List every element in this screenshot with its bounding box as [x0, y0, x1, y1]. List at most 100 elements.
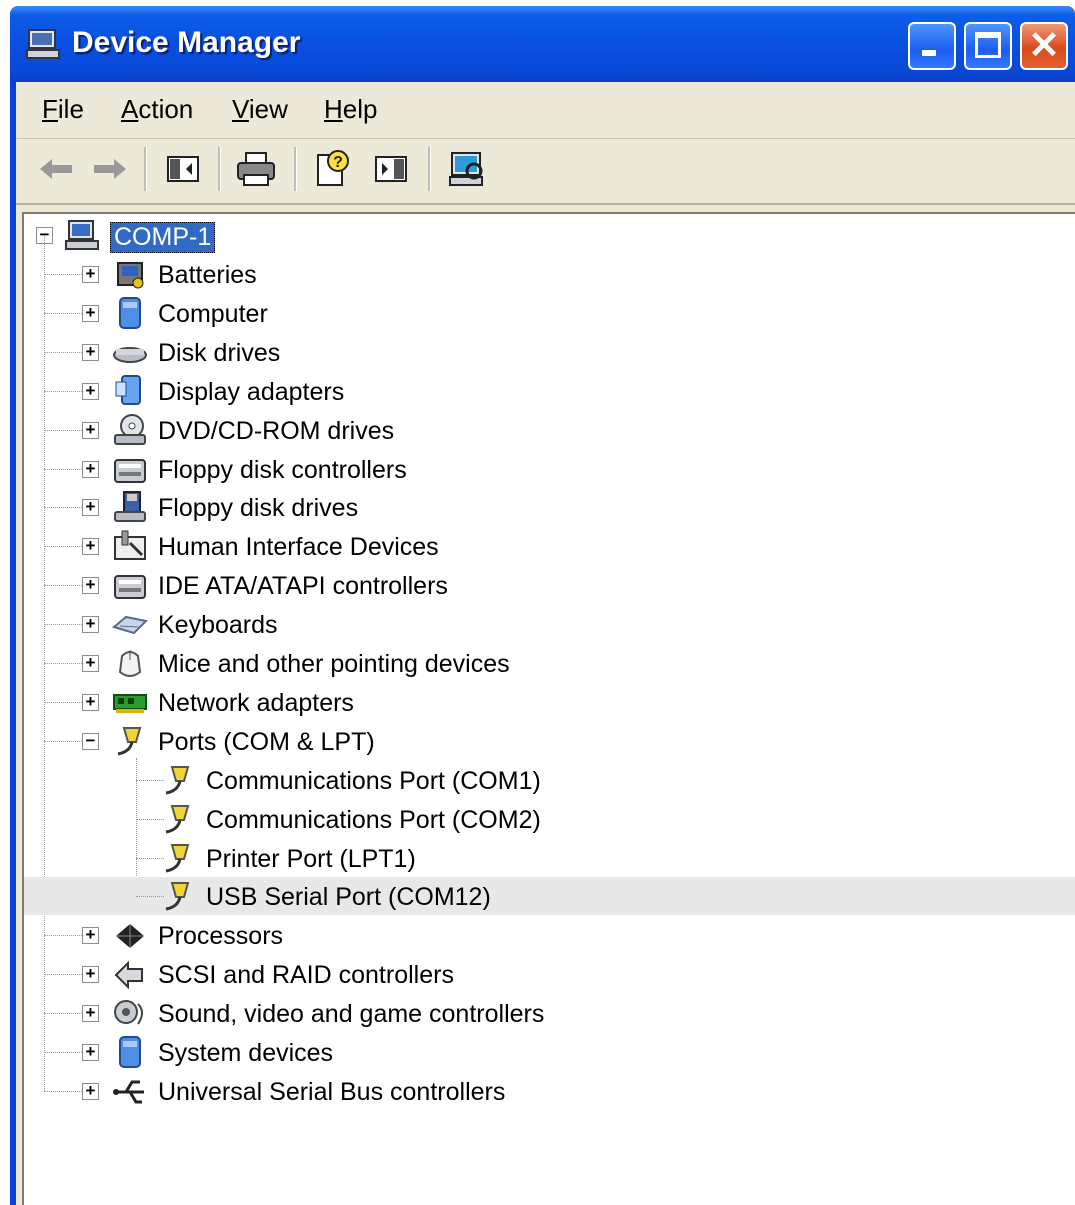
- help-icon: ?: [317, 150, 349, 186]
- tree-category-label: SCSI and RAID controllers: [158, 961, 454, 990]
- tree-category-label: Batteries: [158, 261, 257, 289]
- tree-connector: [44, 546, 82, 548]
- tree-category-label: System devices: [158, 1039, 334, 1067]
- expand-toggle[interactable]: +: [82, 460, 99, 478]
- expand-toggle[interactable]: +: [82, 265, 99, 283]
- tree-root-label: COMP-1: [110, 222, 216, 253]
- tree-device-row[interactable]: USB Serial Port (COM12): [24, 877, 1075, 916]
- tree-category-row[interactable]: + DVD/CD-ROM drives: [24, 411, 1075, 449]
- menu-file[interactable]: File: [42, 94, 84, 125]
- system-devices-icon: [119, 1036, 141, 1068]
- tree-device-label: Printer Port (LPT1): [206, 844, 416, 873]
- maximize-button[interactable]: [964, 22, 1012, 70]
- close-button[interactable]: ✕: [1020, 22, 1068, 70]
- tree-category-label: Mice and other pointing devices: [158, 650, 510, 678]
- expand-toggle[interactable]: +: [82, 693, 99, 711]
- menu-view[interactable]: View: [232, 94, 288, 125]
- collapse-toggle[interactable]: −: [82, 732, 99, 750]
- client-area: File Action View Help ? − COMP-1 + Batte…: [16, 82, 1075, 1205]
- tree-device-row[interactable]: Communications Port (COM1): [24, 761, 1075, 799]
- tree-category-row[interactable]: + Floppy disk drives: [24, 488, 1075, 526]
- expand-toggle[interactable]: +: [82, 1082, 99, 1100]
- tree-category-row[interactable]: + Batteries: [24, 255, 1075, 293]
- forward-icon: [94, 159, 126, 179]
- print-button[interactable]: [232, 147, 280, 191]
- toolbar-separator: [428, 147, 431, 191]
- floppy-icon: [114, 491, 146, 523]
- tree-device-row[interactable]: Printer Port (LPT1): [24, 839, 1075, 877]
- tree-connector: [44, 1090, 82, 1092]
- tree-category-row[interactable]: + Mice and other pointing devices: [24, 644, 1075, 682]
- scan-hardware-icon: [449, 152, 483, 186]
- expand-toggle[interactable]: +: [82, 615, 99, 634]
- computer-icon: [26, 29, 60, 59]
- tree-category-label: Floppy disk controllers: [158, 455, 407, 484]
- tree-connector: [44, 585, 82, 587]
- tree-category-row[interactable]: + Disk drives: [24, 333, 1075, 371]
- show-hide-tree-button[interactable]: [158, 147, 206, 191]
- help-button[interactable]: ?: [308, 147, 356, 191]
- tree-device-row[interactable]: Communications Port (COM2): [24, 800, 1075, 838]
- tree-category-row[interactable]: + Processors: [24, 916, 1075, 954]
- tree-category-row[interactable]: + Keyboards: [24, 605, 1075, 643]
- tree-category-row[interactable]: + IDE ATA/ATAPI controllers: [24, 566, 1075, 604]
- device-tree[interactable]: − COMP-1 + Batteries + Computer + Disk drives…: [22, 212, 1075, 1205]
- controller-icon: [114, 575, 146, 600]
- scan-hardware-button[interactable]: [442, 147, 490, 191]
- toolbar-separator: [218, 147, 221, 191]
- tree-category-label: DVD/CD-ROM drives: [158, 416, 395, 445]
- expand-toggle[interactable]: +: [82, 965, 99, 984]
- close-icon: ✕: [1028, 25, 1060, 67]
- tree-category-row[interactable]: − Ports (COM & LPT): [24, 722, 1075, 760]
- port-icon: [165, 843, 190, 872]
- title-bar[interactable]: Device Manager ✕: [10, 6, 1075, 82]
- network-adapter-icon: [113, 693, 147, 713]
- expand-toggle[interactable]: +: [82, 576, 99, 595]
- menu-help[interactable]: Help: [324, 94, 377, 125]
- port-icon: [165, 765, 190, 795]
- expand-toggle[interactable]: +: [82, 1004, 99, 1023]
- tree-category-row[interactable]: + Display adapters: [24, 372, 1075, 410]
- disk-drive-icon: [113, 346, 147, 363]
- tree-connector: [44, 429, 82, 431]
- tree-device-label: USB Serial Port (COM12): [206, 883, 491, 912]
- tree-category-row[interactable]: + System devices: [24, 1033, 1075, 1071]
- expand-toggle[interactable]: +: [82, 421, 99, 439]
- tree-connector: [44, 935, 82, 937]
- tree-category-row[interactable]: + SCSI and RAID controllers: [24, 955, 1075, 993]
- tree-category-row[interactable]: + Network adapters: [24, 683, 1075, 721]
- expand-toggle[interactable]: +: [82, 1043, 99, 1061]
- tree-category-row[interactable]: + Floppy disk controllers: [24, 450, 1075, 488]
- back-button[interactable]: [32, 147, 80, 191]
- tree-category-row[interactable]: + Human Interface Devices: [24, 527, 1075, 565]
- expand-toggle[interactable]: +: [82, 498, 99, 517]
- sound-icon: [114, 1000, 143, 1025]
- tree-category-label: Sound, video and game controllers: [158, 1000, 545, 1029]
- properties-panel-button[interactable]: [366, 147, 414, 191]
- tree-device-label: Communications Port (COM1): [206, 766, 541, 795]
- expand-toggle[interactable]: +: [82, 382, 99, 400]
- tree-category-row[interactable]: + Sound, video and game controllers: [24, 994, 1075, 1032]
- tree-connector: [44, 507, 82, 509]
- keyboard-icon: [112, 616, 148, 635]
- tree-category-row[interactable]: + Universal Serial Bus controllers: [24, 1072, 1075, 1110]
- expand-toggle[interactable]: +: [82, 926, 99, 945]
- expand-toggle[interactable]: +: [82, 304, 99, 322]
- tree-connector: [44, 974, 82, 976]
- tree-category-row[interactable]: + Computer: [24, 294, 1075, 332]
- expand-toggle[interactable]: +: [82, 654, 99, 672]
- computer-icon: [65, 220, 99, 250]
- menu-bar: File Action View Help: [16, 82, 1075, 139]
- tree-category-label: Disk drives: [158, 338, 281, 367]
- expand-toggle[interactable]: +: [82, 537, 99, 556]
- minimize-button[interactable]: [908, 22, 956, 70]
- expand-toggle[interactable]: +: [82, 343, 99, 361]
- back-icon: [40, 159, 72, 179]
- forward-button[interactable]: [86, 147, 134, 191]
- hid-icon: [114, 530, 146, 561]
- tree-category-label: Network adapters: [158, 688, 354, 717]
- tree-connector: [44, 390, 82, 392]
- tree-root[interactable]: − COMP-1: [24, 216, 1075, 254]
- menu-action[interactable]: Action: [121, 94, 193, 125]
- tree-category-label: Display adapters: [158, 377, 345, 406]
